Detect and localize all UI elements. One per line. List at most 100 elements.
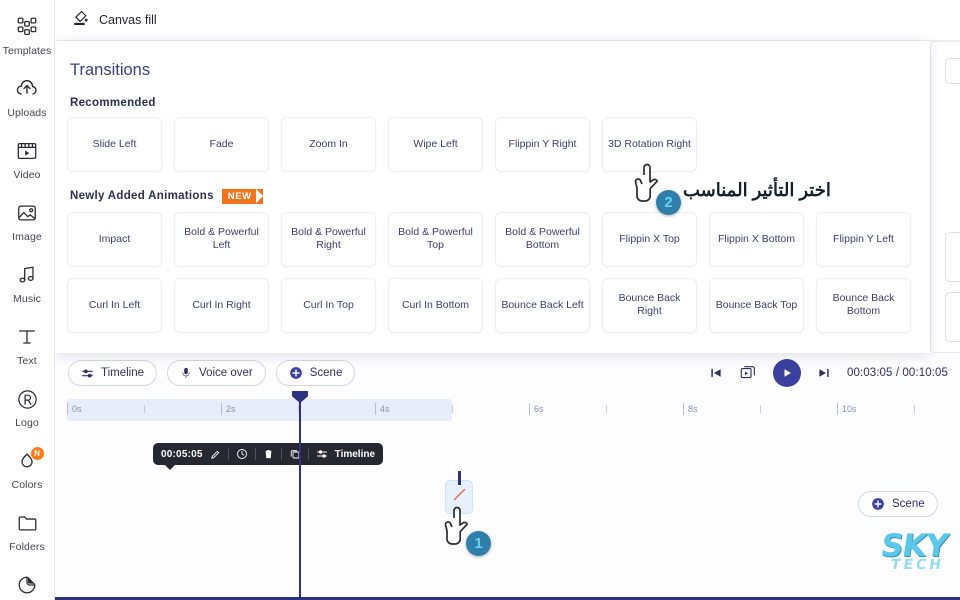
transition-card[interactable]: Bounce Back Top xyxy=(709,277,804,333)
transition-card[interactable]: Flippin X Bottom xyxy=(709,211,804,267)
timeline-ruler[interactable]: 0s 2s 4s 6s 8s 10s xyxy=(67,399,948,421)
transition-card[interactable]: Flippin Y Right xyxy=(495,117,590,172)
sidebar-item-colors[interactable]: N Colors xyxy=(0,447,55,510)
colors-new-badge: N xyxy=(30,447,44,460)
sidebar-item-templates[interactable]: Templates xyxy=(0,14,55,76)
ruler-tick: 0s xyxy=(67,403,82,415)
timeline-toolbar: Timeline Voice over Scene 00:03:05 / 00:… xyxy=(55,353,960,393)
plus-circle-icon xyxy=(289,366,303,380)
transition-edit-icon xyxy=(452,487,467,507)
add-scene-button[interactable]: Scene xyxy=(858,491,938,517)
sidebar-item-stickers[interactable]: Stickers xyxy=(0,572,55,600)
bg-chip-zoom[interactable]: Zo xyxy=(945,292,960,342)
recommended-row: Slide Left Fade Zoom In Wipe Left Flippi… xyxy=(67,117,930,172)
transition-card[interactable]: Bounce Back Right xyxy=(602,277,697,333)
sidebar-item-logo[interactable]: Logo xyxy=(0,386,55,448)
add-scene-label: Scene xyxy=(892,498,925,510)
canvas-fill-button[interactable]: Canvas fill xyxy=(72,9,157,31)
timeline-icon[interactable] xyxy=(316,448,328,460)
transition-card[interactable]: Bold & Powerful Bottom xyxy=(495,211,590,267)
skip-to-end-icon[interactable] xyxy=(817,366,831,380)
text-icon xyxy=(14,324,40,350)
ruler-tick-minor xyxy=(144,405,149,413)
sidebar-label: Music xyxy=(13,293,41,305)
transition-card[interactable]: Flippin X Top xyxy=(602,211,697,267)
transition-card[interactable]: Bold & Powerful Right xyxy=(281,211,376,267)
transition-card[interactable]: Curl In Right xyxy=(174,277,269,333)
voice-over-label: Voice over xyxy=(199,367,253,379)
newly-added-row-1: Impact Bold & Powerful Left Bold & Power… xyxy=(67,211,930,267)
background-panel: Re Fl Zo xyxy=(930,41,960,353)
skip-to-start-icon[interactable] xyxy=(709,366,723,380)
transition-card[interactable]: Slide Left xyxy=(67,117,162,172)
folder-icon xyxy=(14,510,40,536)
sidebar-label: Folders xyxy=(9,541,45,553)
sidebar-item-image[interactable]: Image xyxy=(0,200,55,262)
bg-chip-flippin[interactable]: Fl xyxy=(945,232,960,282)
ruler-tick: 2s xyxy=(221,403,236,415)
transition-card[interactable]: Fade xyxy=(174,117,269,172)
playhead[interactable] xyxy=(292,391,308,600)
transition-card[interactable]: Bounce Back Bottom xyxy=(816,277,911,333)
sidebar-label: Colors xyxy=(11,479,43,491)
transition-card[interactable]: Bounce Back Left xyxy=(495,277,590,333)
step-badge-2: 2 xyxy=(656,190,681,215)
step-badge-1: 1 xyxy=(466,531,491,556)
ruler-tick-minor xyxy=(914,405,919,413)
split-screen-icon[interactable] xyxy=(739,364,757,382)
recommended-section-header: Recommended xyxy=(70,97,930,109)
newly-added-row-2: Curl In Left Curl In Right Curl In Top C… xyxy=(67,277,930,333)
logo-r-icon xyxy=(14,386,40,412)
bg-spacer xyxy=(931,94,960,232)
pencil-icon[interactable] xyxy=(210,449,221,460)
timecode-display: 00:03:05 / 00:10:05 xyxy=(846,367,948,379)
add-scene-button-toolbar[interactable]: Scene xyxy=(275,360,356,386)
sidebar-item-folders[interactable]: Folders xyxy=(0,510,55,572)
transition-card[interactable]: Bold & Powerful Top xyxy=(388,211,483,267)
clip-context-toolbar: 00:05:05 Timeline xyxy=(153,443,384,470)
sidebar-item-music[interactable]: Music xyxy=(0,262,55,324)
trash-icon[interactable] xyxy=(263,448,274,460)
transition-card[interactable]: Wipe Left xyxy=(388,117,483,172)
divider xyxy=(280,448,282,460)
clip-toolbar-timeline-label: Timeline xyxy=(334,448,376,460)
timeline-icon xyxy=(81,367,94,380)
sidebar-item-text[interactable]: Text xyxy=(0,324,55,386)
sidebar-label: Templates xyxy=(2,45,52,57)
bg-chip-recommended[interactable]: Re xyxy=(945,58,960,84)
speed-icon[interactable] xyxy=(236,448,248,460)
transition-card[interactable]: Bold & Powerful Left xyxy=(174,211,269,267)
newly-added-label: Newly Added Animations xyxy=(70,190,214,203)
voice-over-button[interactable]: Voice over xyxy=(167,360,266,386)
transition-card[interactable]: Zoom In xyxy=(281,117,376,172)
top-toolbar: Canvas fill xyxy=(55,0,960,41)
ruler-tick-minor xyxy=(452,405,457,413)
recommended-label: Recommended xyxy=(70,97,156,109)
transition-card[interactable]: Flippin Y Left xyxy=(816,211,911,267)
divider xyxy=(227,448,229,460)
panel-title: Transitions xyxy=(70,61,151,79)
add-scene-pill[interactable]: Scene xyxy=(858,491,938,517)
arabic-instruction-text: اختر التأثير المناسب xyxy=(683,180,831,200)
transition-card[interactable]: Curl In Top xyxy=(281,277,376,333)
divider xyxy=(254,448,256,460)
play-button[interactable] xyxy=(772,359,801,387)
ruler-tick: 8s xyxy=(683,403,698,415)
upload-cloud-icon xyxy=(14,76,40,102)
transition-card[interactable]: Curl In Left xyxy=(67,277,162,333)
transition-card[interactable]: Curl In Bottom xyxy=(388,277,483,333)
timeline-button[interactable]: Timeline xyxy=(68,360,158,386)
sidebar-label: Logo xyxy=(15,417,39,429)
clip-duration: 00:05:05 xyxy=(161,448,203,460)
sidebar-item-uploads[interactable]: Uploads xyxy=(0,76,55,138)
ruler-tick: 4s xyxy=(375,403,390,415)
new-badge: NEW xyxy=(221,189,263,204)
sidebar-label: Uploads xyxy=(7,107,47,119)
left-sidebar: Templates Uploads Video Image Music Text… xyxy=(0,0,55,600)
transition-card[interactable]: Impact xyxy=(67,211,162,267)
ruler-active-region xyxy=(67,399,452,421)
sidebar-item-video[interactable]: Video xyxy=(0,138,55,200)
video-icon xyxy=(14,138,40,164)
ruler-tick: 10s xyxy=(837,403,857,415)
ruler-tick-minor xyxy=(606,405,611,413)
